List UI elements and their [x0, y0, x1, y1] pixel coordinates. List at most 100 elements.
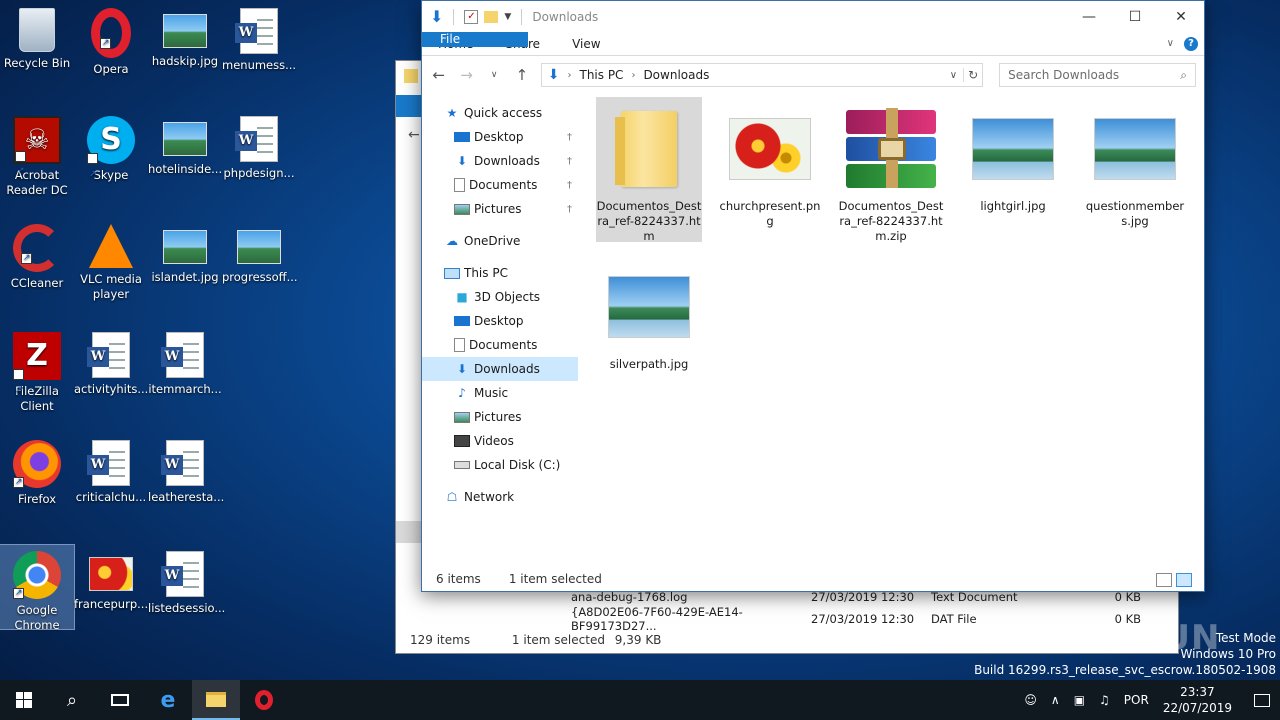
address-actions: ∨ ↻ [950, 64, 982, 86]
desktop-icon [454, 316, 470, 326]
address-bar[interactable]: ⬇ › This PC › Downloads ∨ ↻ [540, 63, 984, 87]
file-tab[interactable] [396, 95, 422, 117]
nav-quick-access[interactable]: ★ Quick access [422, 101, 578, 125]
nav-pictures[interactable]: Pictures [422, 405, 578, 429]
desktop-icon-leatheresta[interactable]: W leatheresta... [148, 434, 224, 505]
desktop-icon-itemmarch[interactable]: W itemmarch... [148, 326, 222, 397]
tab-view[interactable]: View [556, 32, 616, 55]
recent-locations-dropdown[interactable]: ∨ [485, 70, 503, 80]
nav-qa-downloads[interactable]: ⬇ Downloads † [422, 149, 578, 173]
chevron-right-icon[interactable]: › [631, 70, 635, 81]
nav-network[interactable]: ☖ Network [422, 485, 578, 509]
chevron-right-icon[interactable]: › [567, 70, 571, 81]
pin-icon[interactable]: † [567, 132, 572, 143]
chevron-up-icon[interactable]: ∧ [1051, 693, 1060, 707]
search-input[interactable]: Search Downloads ⌕ [999, 63, 1196, 87]
taskbar-edge[interactable]: e [144, 680, 192, 720]
minimize-button[interactable]: — [1066, 1, 1112, 32]
back-arrow-icon[interactable]: ← [408, 127, 420, 143]
start-button[interactable] [0, 680, 48, 720]
desktop-icon-label: Skype [93, 168, 129, 182]
details-view-button[interactable] [1156, 573, 1172, 587]
file-item[interactable]: Documentos_Destra_ref-8224337.htm.zip [838, 97, 944, 244]
image-file-icon [237, 230, 281, 264]
volume-icon[interactable]: ♫ [1099, 693, 1110, 707]
pin-icon[interactable]: † [567, 180, 572, 191]
desktop-icon-francepurp[interactable]: francepurp... [74, 545, 148, 612]
desktop-icon-hadskip[interactable]: hadskip.jpg [148, 2, 222, 69]
taskbar-file-explorer[interactable] [192, 680, 240, 720]
desktop-icon-vlc[interactable]: VLC media player [74, 218, 148, 302]
desktop-icon-acrobat[interactable]: ☠ Acrobat Reader DC [0, 110, 74, 198]
desktop-icon-listedsessio[interactable]: W listedsessio... [148, 545, 225, 616]
nav-videos[interactable]: Videos [422, 429, 578, 453]
large-icons-view-button[interactable] [1176, 573, 1192, 587]
nav-onedrive[interactable]: ☁ OneDrive [422, 229, 578, 253]
file-item[interactable]: Documentos_Destra_ref-8224337.htm [596, 97, 702, 243]
file-item[interactable]: churchpresent.png [717, 97, 823, 229]
nav-local-disk[interactable]: Local Disk (C:) [422, 453, 578, 477]
nav-desktop[interactable]: Desktop [422, 309, 578, 333]
pictures-icon [454, 411, 470, 423]
nav-this-pc[interactable]: This PC [422, 261, 578, 285]
desktop-icon-filezilla[interactable]: Z FileZilla Client [0, 326, 74, 415]
help-icon[interactable]: ? [1184, 36, 1198, 51]
nav-documents[interactable]: Documents [422, 333, 578, 357]
task-view-button[interactable] [96, 680, 144, 720]
file-item[interactable]: silverpath.jpg [596, 255, 702, 372]
breadcrumb-downloads[interactable]: Downloads [643, 68, 709, 82]
desktop-icon-recycle-bin[interactable]: Recycle Bin [0, 2, 74, 71]
nav-music[interactable]: ♪ Music [422, 381, 578, 405]
nav-3d-objects[interactable]: ■ 3D Objects [422, 285, 578, 309]
properties-icon[interactable]: ✓ [464, 9, 479, 24]
desktop-icon-skype[interactable]: S Skype [74, 110, 148, 199]
clock[interactable]: 23:37 22/07/2019 [1163, 684, 1232, 716]
breadcrumb-this-pc[interactable]: This PC [579, 68, 623, 82]
file-label: Documentos_Destra_ref-8224337.htm [596, 199, 702, 243]
desktop-icon-criticalchu[interactable]: W criticalchu... [74, 434, 148, 505]
desktop-icon-hotelinside[interactable]: hotelinside... [148, 110, 222, 177]
desktop-icon-ccleaner[interactable]: CCleaner [0, 218, 74, 291]
nav-downloads[interactable]: ⬇ Downloads [422, 357, 578, 381]
desktop-icon-islandet[interactable]: islandet.jpg [148, 218, 222, 285]
refresh-icon[interactable]: ↻ [963, 68, 978, 82]
desktop-icon-label: Recycle Bin [3, 56, 71, 70]
desktop-icon-opera[interactable]: Opera [74, 2, 148, 77]
folder-icon [601, 103, 697, 195]
nav-qa-pictures[interactable]: Pictures † [422, 197, 578, 221]
pin-icon[interactable]: † [567, 204, 572, 215]
nav-label: Downloads [474, 362, 540, 376]
nav-qa-documents[interactable]: Documents † [422, 173, 578, 197]
back-button[interactable]: ← [430, 66, 448, 84]
desktop-icon-activityhits[interactable]: W activityhits... [74, 326, 148, 397]
desktop-icon-firefox[interactable]: Firefox [0, 434, 74, 507]
desktop-icon-phpdesign[interactable]: W phpdesign... [222, 110, 296, 181]
title-bar[interactable]: ⬇ ✓ ▼ Downloads — ☐ ✕ [422, 1, 1204, 32]
desktop-icon-label: Google Chrome [14, 603, 60, 632]
pictures-icon [454, 203, 470, 215]
desktop-icon-menumess[interactable]: W menumess... [222, 2, 296, 73]
chevron-down-icon[interactable]: ∨ [950, 70, 957, 81]
people-icon[interactable]: ☺ [1024, 693, 1037, 707]
desktop-icon-chrome[interactable]: Google Chrome [0, 544, 75, 632]
nav-qa-desktop[interactable]: Desktop † [422, 125, 578, 149]
new-folder-icon[interactable] [484, 10, 499, 23]
pin-icon[interactable]: † [567, 156, 572, 167]
customize-dropdown-icon[interactable]: ▼ [504, 12, 511, 22]
forward-button[interactable]: → [458, 66, 476, 84]
taskbar-opera[interactable] [240, 680, 288, 720]
notifications-icon[interactable] [1254, 693, 1270, 707]
network-icon[interactable]: ▣ [1074, 693, 1085, 707]
desktop-icon-progressoff[interactable]: progressoff... [222, 218, 298, 285]
close-button[interactable]: ✕ [1158, 1, 1204, 32]
maximize-button[interactable]: ☐ [1112, 1, 1158, 32]
search-button[interactable]: ⌕ [48, 680, 96, 720]
expand-ribbon-icon[interactable]: ∨ [1167, 38, 1174, 49]
file-name: ana-debug-1768.log [571, 590, 688, 604]
file-item[interactable]: questionmembers.jpg [1082, 97, 1188, 229]
file-item[interactable]: lightgirl.jpg [960, 97, 1066, 214]
language-indicator[interactable]: POR [1124, 693, 1149, 707]
tab-file[interactable]: File [422, 32, 528, 47]
explorer-window[interactable]: ⬇ ✓ ▼ Downloads — ☐ ✕ File Home Share Vi… [421, 0, 1205, 592]
up-button[interactable]: ↑ [513, 66, 531, 84]
